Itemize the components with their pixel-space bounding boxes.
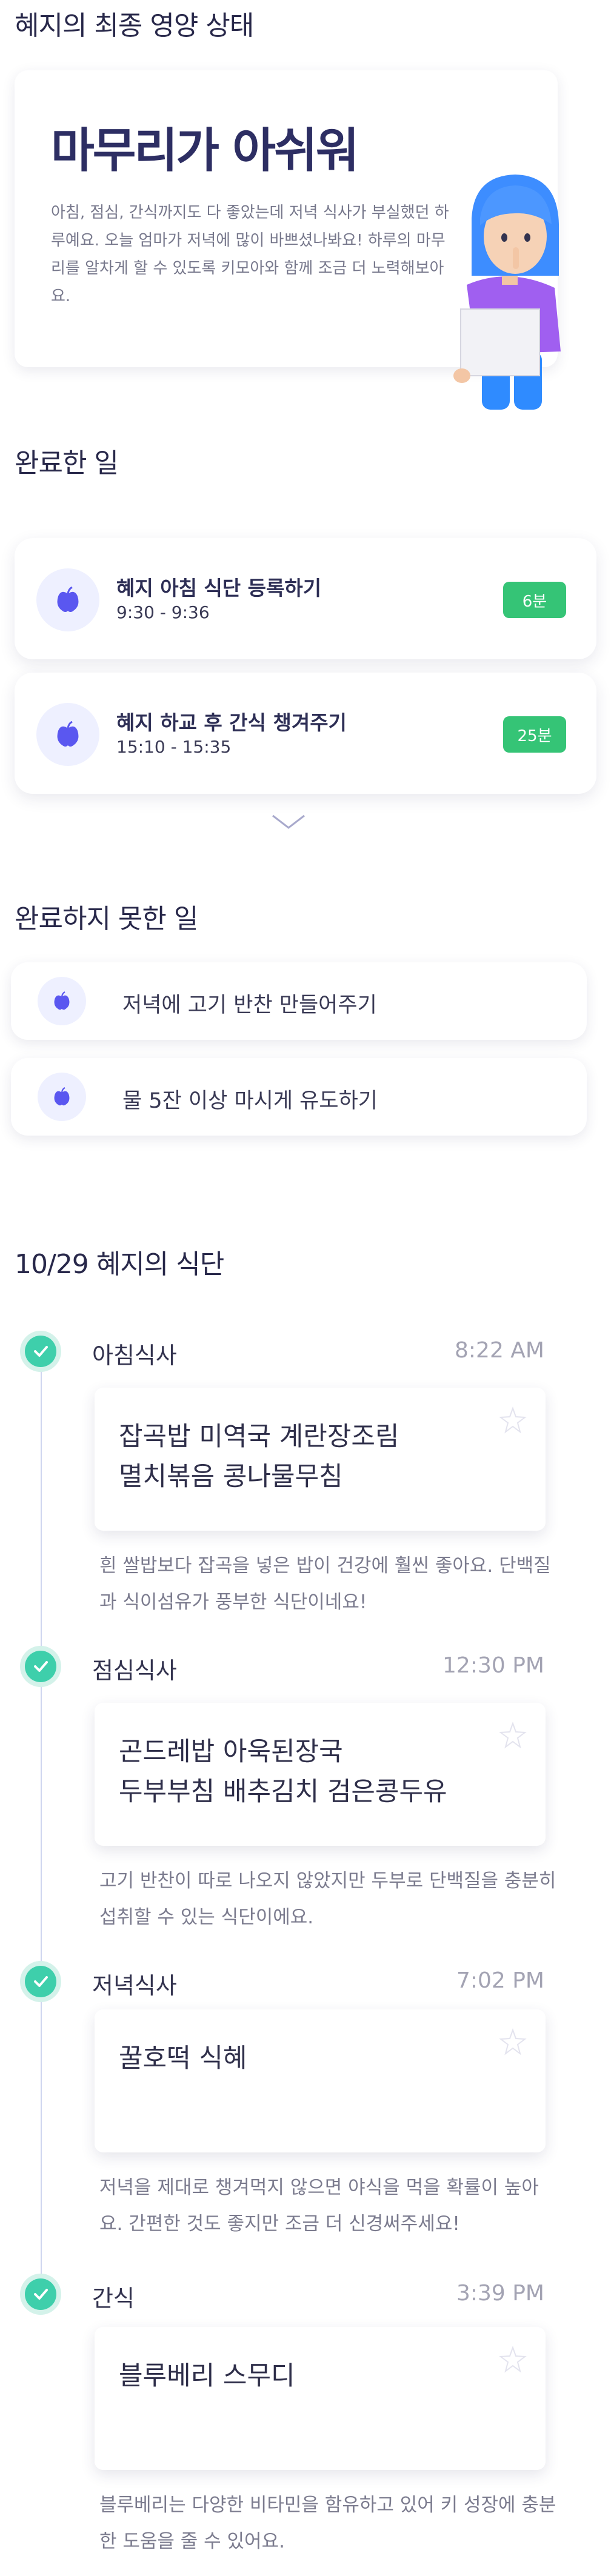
meal-foods-line: 블루베리 스무디 <box>119 2361 295 2391</box>
done-task-card[interactable]: 혜지 아침 식단 등록하기 9:30 - 9:36 6분 <box>15 538 596 659</box>
meal-time: 7:02 PM <box>456 1968 544 1993</box>
meal-foods: 꿀호떡 식혜 <box>119 2039 495 2078</box>
meal-foods-line: 꿀호떡 식혜 <box>119 2043 247 2074</box>
status-section-title: 혜지의 최종 영양 상태 <box>15 10 254 41</box>
meal-name: 점심식사 <box>92 1657 177 1684</box>
character-illustration <box>453 175 561 410</box>
meal-card[interactable]: 곤드레밥 아욱된장국 두부부침 배추김치 검은콩두유 <box>95 1703 546 1846</box>
task-title: 혜지 아침 식단 등록하기 <box>116 576 322 600</box>
diet-section-title: 10/29 혜지의 식단 <box>15 1249 224 1280</box>
apple-icon <box>38 1073 86 1121</box>
star-icon[interactable] <box>498 1406 527 1435</box>
timeline-line <box>41 1351 42 2297</box>
undone-task-label: 물 5잔 이상 마시게 유도하기 <box>122 1089 378 1113</box>
task-time: 9:30 - 9:36 <box>116 602 210 622</box>
meal-foods-line: 잡곡밥 미역국 계란장조림 <box>119 1422 399 1452</box>
apple-icon <box>38 977 86 1025</box>
star-icon[interactable] <box>498 1721 527 1750</box>
undone-task-card[interactable]: 저녁에 고기 반찬 만들어주기 <box>11 962 587 1040</box>
meal-foods: 곤드레밥 아욱된장국 두부부침 배추김치 검은콩두유 <box>119 1732 495 1812</box>
meal-time: 12:30 PM <box>442 1653 544 1678</box>
status-headline: 마무리가 아쉬워 <box>51 124 359 178</box>
meal-time: 3:39 PM <box>456 2281 544 2306</box>
check-icon <box>20 1961 61 2002</box>
meal-comment: 고기 반찬이 따로 나오지 않았지만 두부로 단백질을 충분히 섭취할 수 있는… <box>99 1870 556 1928</box>
duration-badge: 25분 <box>503 716 566 753</box>
meal-card[interactable]: 꿀호떡 식혜 <box>95 2009 546 2152</box>
star-icon[interactable] <box>498 2028 527 2057</box>
undone-section-title: 완료하지 못한 일 <box>15 904 198 934</box>
meal-foods-line: 멸치볶음 콩나물무침 <box>119 1462 343 1492</box>
meal-comment: 블루베리는 다양한 비타민을 함유하고 있어 키 성장에 충분한 도움을 줄 수… <box>99 2494 556 2552</box>
apple-icon <box>36 568 99 631</box>
meal-foods: 블루베리 스무디 <box>119 2356 495 2396</box>
undone-task-label: 저녁에 고기 반찬 만들어주기 <box>122 993 377 1017</box>
duration-badge: 6분 <box>503 582 566 618</box>
meal-name: 간식 <box>92 2285 135 2312</box>
undone-task-card[interactable]: 물 5잔 이상 마시게 유도하기 <box>11 1058 587 1136</box>
meal-name: 저녁식사 <box>92 1972 177 1999</box>
meal-card[interactable]: 블루베리 스무디 <box>95 2327 546 2470</box>
star-icon[interactable] <box>498 2345 527 2374</box>
apple-icon <box>36 703 99 766</box>
meal-comment: 흰 쌀밥보다 잡곡을 넣은 밥이 건강에 훨씬 좋아요. 단백질과 식이섬유가 … <box>99 1555 551 1613</box>
check-icon <box>20 2274 61 2315</box>
task-time: 15:10 - 15:35 <box>116 737 232 757</box>
check-icon <box>20 1646 61 1687</box>
meal-foods-line: 곤드레밥 아욱된장국 <box>119 1737 343 1767</box>
done-task-card[interactable]: 혜지 하교 후 간식 챙겨주기 15:10 - 15:35 25분 <box>15 673 596 794</box>
check-icon <box>20 1331 61 1372</box>
status-description: 아침, 점심, 간식까지도 다 좋았는데 저녁 식사가 부실했던 하루예요. 오… <box>51 204 449 305</box>
meal-card[interactable]: 잡곡밥 미역국 계란장조림 멸치볶음 콩나물무침 <box>95 1388 546 1531</box>
meal-name: 아침식사 <box>92 1342 177 1369</box>
chevron-down-icon[interactable] <box>270 810 307 834</box>
meal-comment: 저녁을 제대로 챙겨먹지 않으면 야식을 먹을 확률이 높아요. 간편한 것도 … <box>99 2177 539 2235</box>
task-title: 혜지 하교 후 간식 챙겨주기 <box>116 711 347 734</box>
done-section-title: 완료한 일 <box>15 448 119 479</box>
meal-time: 8:22 AM <box>455 1338 544 1363</box>
meal-foods-line: 두부부침 배추김치 검은콩두유 <box>119 1777 447 1807</box>
meal-foods: 잡곡밥 미역국 계란장조림 멸치볶음 콩나물무침 <box>119 1417 495 1497</box>
